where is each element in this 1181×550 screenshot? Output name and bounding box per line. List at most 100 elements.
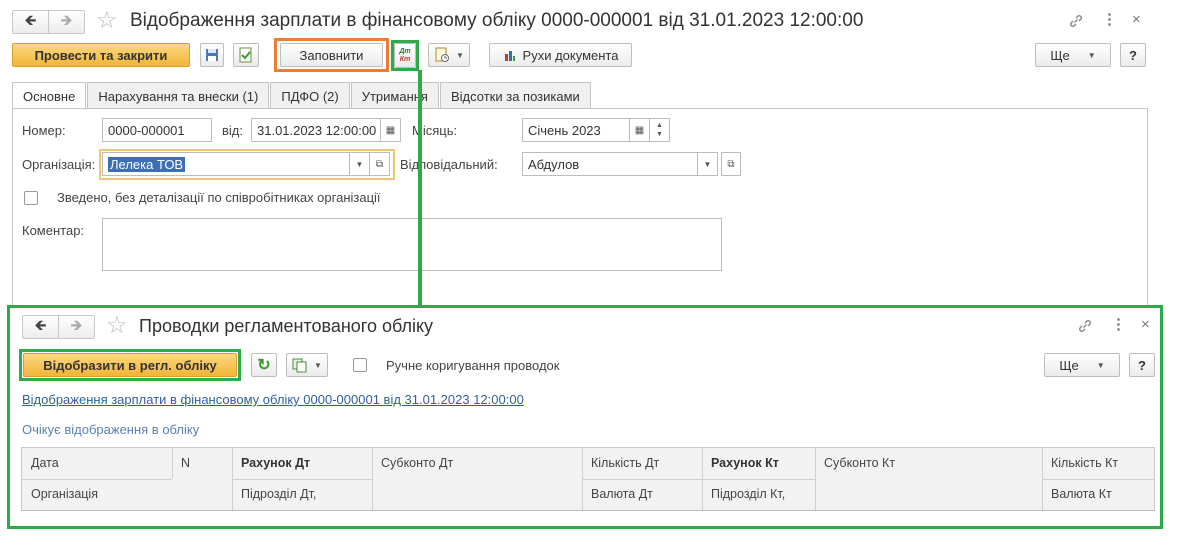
grid-col-divider [372, 448, 373, 510]
entries-title: Проводки регламентованого обліку [139, 316, 434, 336]
col-organization[interactable]: Організація [31, 487, 98, 501]
chevron-down-icon: ▼ [1096, 360, 1105, 370]
stepper-up-icon[interactable]: ▲ [656, 121, 663, 130]
col-account-kt[interactable]: Рахунок Кт [711, 456, 779, 470]
manual-edit-checkbox[interactable] [353, 358, 367, 372]
link-icon[interactable] [1077, 318, 1093, 338]
post-button[interactable] [233, 43, 259, 67]
close-icon[interactable]: × [1141, 317, 1150, 333]
forward-arrow-icon[interactable]: 🡺 [58, 316, 94, 338]
comment-label: Коментар: [22, 223, 85, 238]
link-icon[interactable] [1068, 13, 1084, 33]
grid-col-divider [702, 448, 703, 510]
col-account-dt[interactable]: Рахунок Дт [241, 456, 310, 470]
back-arrow-icon[interactable]: 🡸 [23, 316, 58, 338]
chevron-down-icon[interactable]: ▼ [350, 152, 370, 176]
more-label: Ще [1050, 47, 1070, 63]
chart-icon [504, 51, 515, 61]
grid-row-divider [232, 479, 372, 480]
star-icon[interactable]: ☆ [106, 314, 128, 338]
grid-col-divider [815, 448, 816, 510]
col-date[interactable]: Дата [31, 456, 59, 470]
col-n[interactable]: N [181, 456, 190, 470]
organization-field[interactable]: Лелека ТОВ [102, 152, 350, 176]
dt-kt-icon-bottom: Кт [399, 55, 411, 63]
organization-value: Лелека ТОВ [108, 156, 186, 172]
tab-main[interactable]: Основне [12, 82, 87, 110]
fill-button[interactable]: Заповнити [280, 43, 383, 67]
col-qty-dt[interactable]: Кількість Дт [591, 456, 659, 470]
col-dept-dt[interactable]: Підрозділ Дт, [241, 487, 316, 501]
entries-grid-header: Дата N Рахунок Дт Субконто Дт Кількість … [21, 447, 1155, 511]
document-link-text[interactable]: Відображення зарплати в фінансовому облі… [22, 392, 524, 407]
grid-col-divider [582, 448, 583, 510]
tab-bar: Основне Нарахування та внески (1) ПДФО (… [12, 82, 592, 110]
save-icon [206, 49, 218, 61]
col-qty-kt[interactable]: Кількість Кт [1051, 456, 1118, 470]
refresh-icon: ↻ [257, 357, 271, 374]
responsible-label: Відповідальний: [400, 157, 498, 172]
tab-loan-interest[interactable]: Відсотки за позиками [439, 82, 591, 109]
calendar-icon[interactable]: ▦ [381, 118, 401, 142]
save-button[interactable] [200, 43, 224, 67]
tab-pdfo[interactable]: ПДФО (2) [270, 82, 350, 109]
reflect-in-accounting-button[interactable]: Відобразити в регл. обліку [23, 353, 237, 377]
dt-kt-button[interactable]: Дт Кт [394, 43, 416, 68]
summary-label: Зведено, без деталізації по співробітник… [57, 190, 381, 205]
grid-row-divider [1042, 479, 1155, 480]
chevron-down-icon: ▼ [1087, 50, 1096, 60]
number-field[interactable]: 0000-000001 [102, 118, 212, 142]
help-button[interactable]: ? [1120, 43, 1146, 67]
open-icon[interactable]: ⧉ [370, 152, 390, 176]
col-subconto-kt[interactable]: Субконто Кт [824, 456, 895, 470]
document-movements-button[interactable]: Рухи документа [489, 43, 632, 67]
more-button[interactable]: Ще ▼ [1035, 43, 1111, 67]
chevron-down-icon: ▼ [456, 50, 464, 60]
manual-edit-label: Ручне коригування проводок [386, 358, 560, 373]
status-text: Очікує відображення в обліку [22, 422, 200, 437]
grid-col-divider [172, 448, 173, 479]
dt-kt-icon-top: Дт [399, 47, 411, 55]
document-link[interactable]: Відображення зарплати в фінансовому облі… [22, 392, 524, 407]
copy-dropdown-button[interactable]: ▼ [286, 353, 328, 377]
calendar-icon[interactable]: ▦ [630, 118, 650, 142]
col-currency-kt[interactable]: Валюта Кт [1051, 487, 1112, 501]
col-dept-kt[interactable]: Підрозділ Кт, [711, 487, 785, 501]
col-currency-dt[interactable]: Валюта Дт [591, 487, 653, 501]
grid-col-divider [232, 448, 233, 510]
chevron-down-icon: ▼ [314, 360, 322, 370]
more-label: Ще [1059, 357, 1079, 373]
month-field[interactable]: Січень 2023 [522, 118, 630, 142]
close-icon[interactable]: × [1132, 12, 1141, 28]
more-vert-icon[interactable]: ⋮ [1102, 12, 1117, 28]
grid-row-divider [22, 479, 172, 480]
chevron-down-icon[interactable]: ▼ [698, 152, 718, 176]
month-stepper[interactable]: ▲ ▼ [650, 118, 670, 142]
forward-arrow-icon[interactable]: 🡺 [48, 11, 84, 33]
comment-textarea[interactable] [102, 218, 722, 271]
grid-col-divider [1042, 448, 1043, 510]
report-dropdown-button[interactable]: ▼ [428, 43, 470, 67]
grid-bottom-border [21, 510, 1155, 511]
back-arrow-icon[interactable]: 🡸 [13, 11, 48, 33]
star-icon[interactable]: ☆ [96, 9, 118, 33]
copy-icon [292, 358, 307, 373]
more-button[interactable]: Ще ▼ [1044, 353, 1120, 377]
date-field[interactable]: 31.01.2023 12:00:00 [251, 118, 381, 142]
open-icon[interactable]: ⧉ [721, 152, 741, 176]
more-vert-icon[interactable]: ⋮ [1111, 317, 1126, 333]
refresh-button[interactable]: ↻ [251, 353, 277, 377]
tab-accruals[interactable]: Нарахування та внески (1) [87, 82, 270, 109]
tab-deductions[interactable]: Утримання [350, 82, 439, 109]
post-and-close-button[interactable]: Провести та закрити [12, 43, 190, 67]
grid-row-divider [582, 479, 702, 480]
col-subconto-dt[interactable]: Субконто Дт [381, 456, 453, 470]
responsible-field[interactable]: Абдулов [522, 152, 698, 176]
number-label: Номер: [22, 123, 66, 138]
help-button[interactable]: ? [1129, 353, 1155, 377]
grid-row-divider [702, 479, 815, 480]
post-icon [239, 47, 252, 63]
summary-checkbox[interactable] [24, 191, 38, 205]
stepper-down-icon[interactable]: ▼ [656, 130, 663, 139]
nav-buttons: 🡸 🡺 [22, 315, 95, 339]
